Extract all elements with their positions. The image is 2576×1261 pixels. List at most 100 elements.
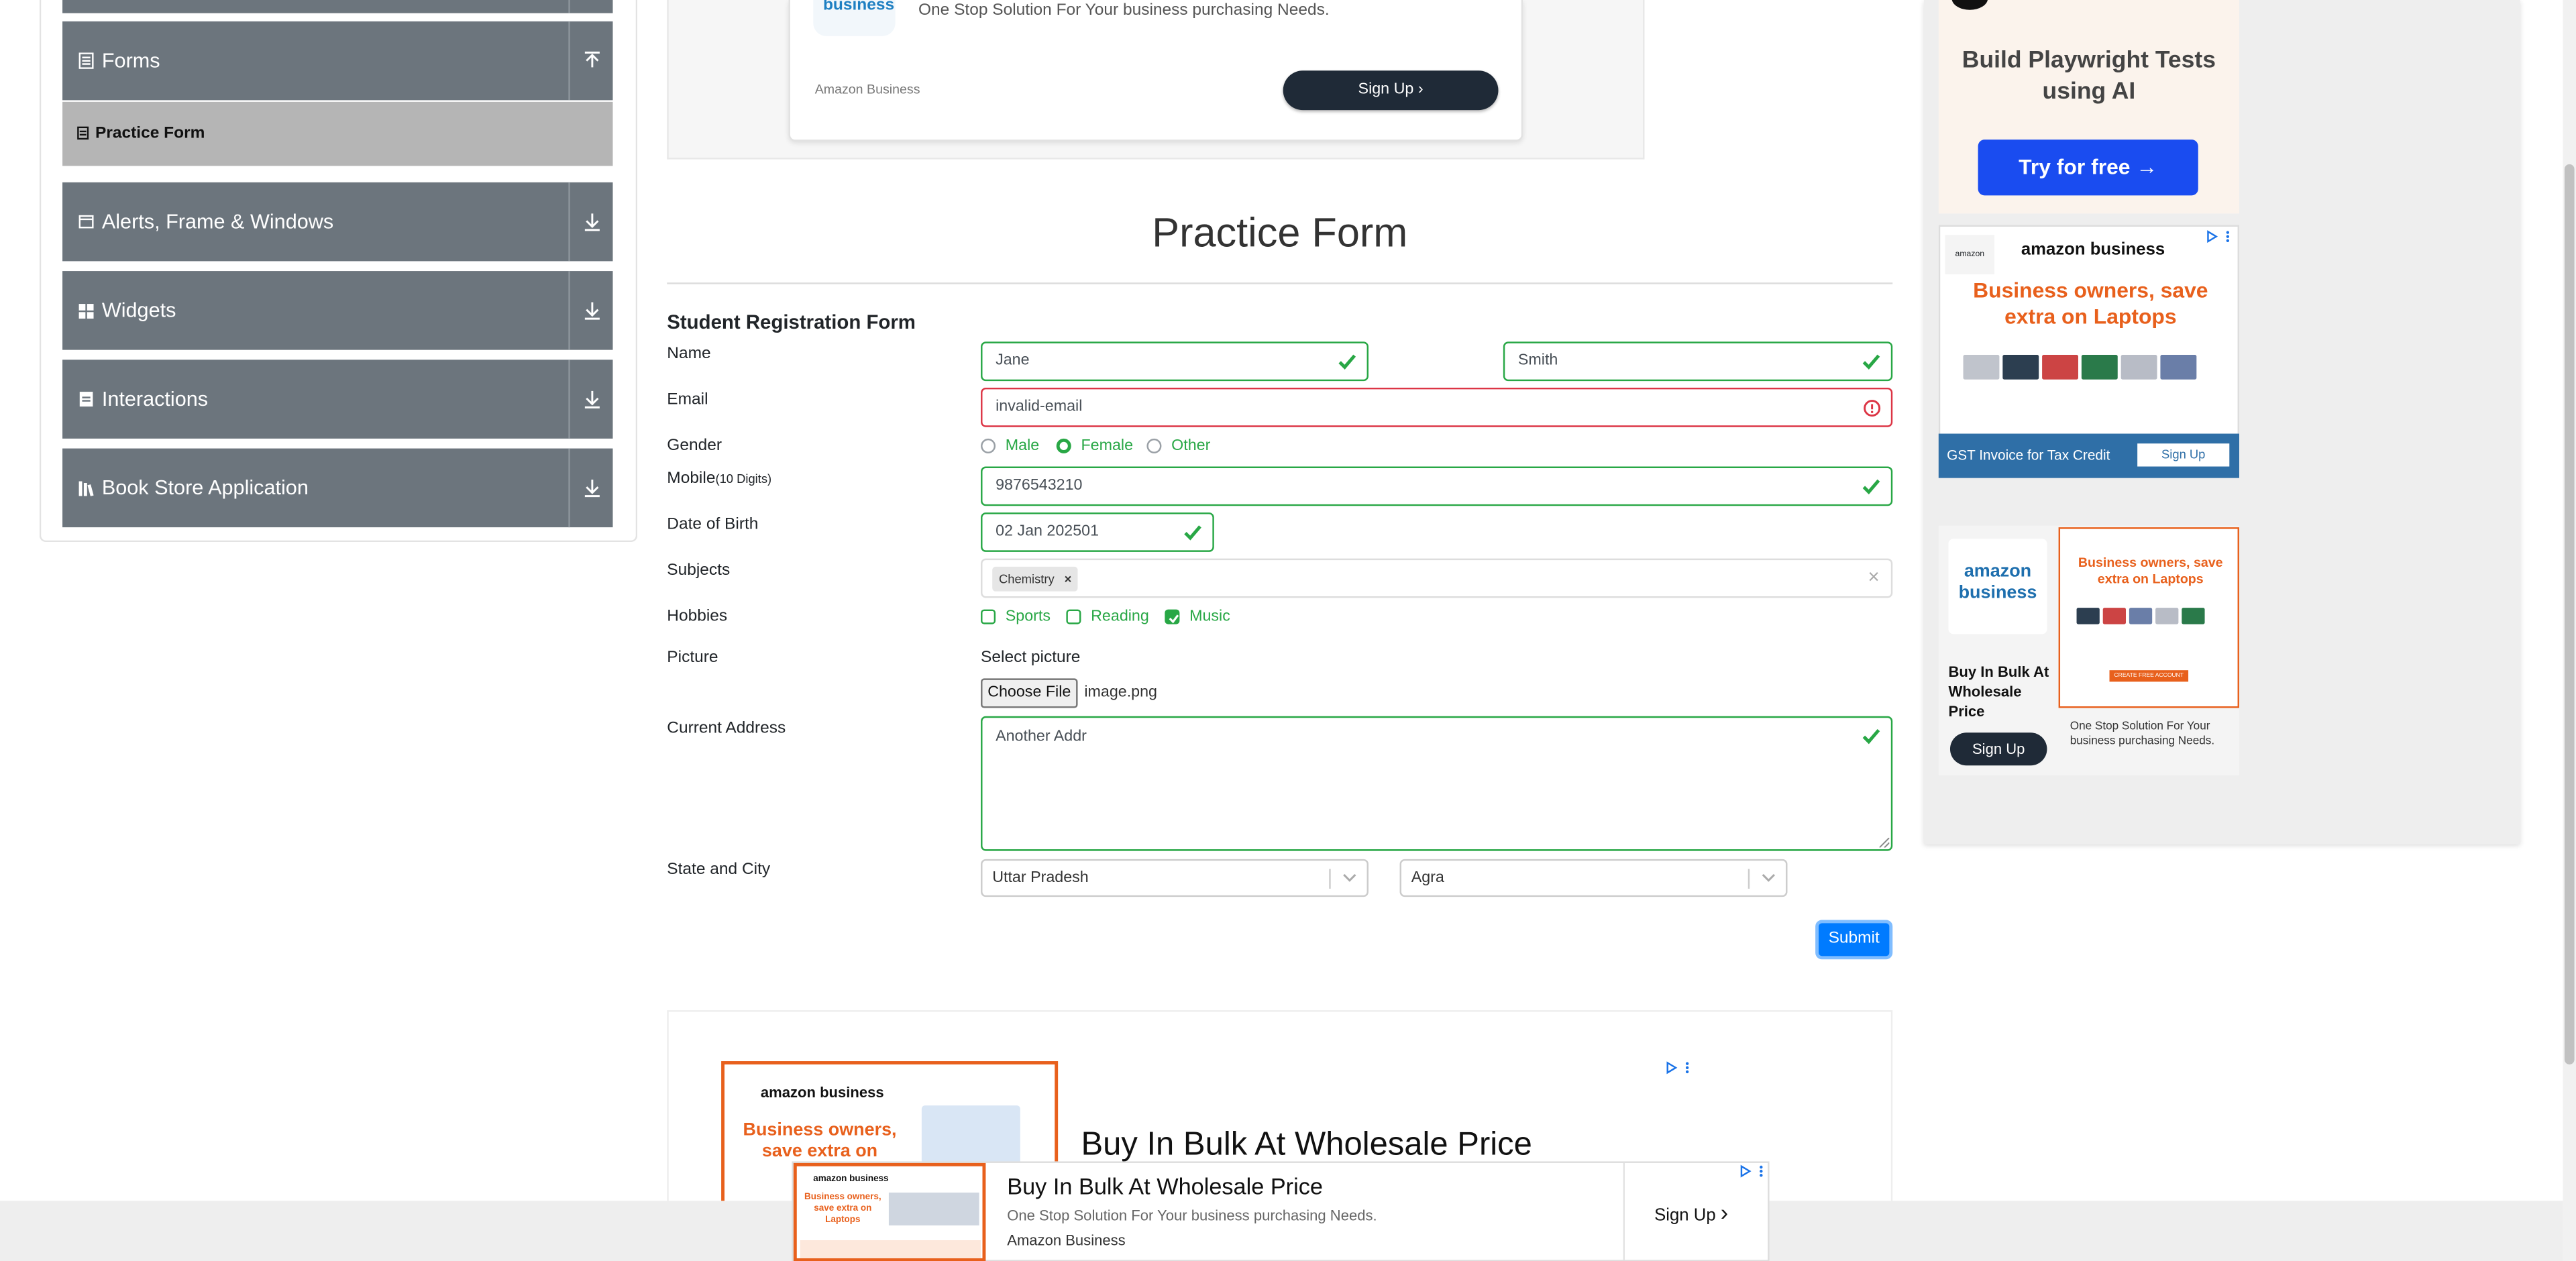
ad-logo: amazon business xyxy=(760,1084,884,1101)
city-select[interactable]: Agra xyxy=(1399,859,1788,897)
sidebar-group-label: Interactions xyxy=(101,387,209,411)
last-name-input[interactable]: Smith xyxy=(1503,341,1893,382)
hobby-reading-checkbox[interactable] xyxy=(1066,609,1081,624)
clear-icon[interactable]: × xyxy=(1868,565,1879,588)
ad-logo-box: amazon xyxy=(1945,235,1995,274)
check-icon xyxy=(1862,728,1880,745)
ad-footer: GST Invoice for Tax Credit Sign Up xyxy=(1938,433,2239,478)
dob-label: Date of Birth xyxy=(667,515,759,534)
state-value: Uttar Pradesh xyxy=(992,869,1089,887)
ad-tagline: One Stop Solution For Your business purc… xyxy=(918,1,1330,20)
sidebar-group-alerts[interactable]: Alerts, Frame & Windows xyxy=(62,182,613,262)
resize-handle-icon[interactable] xyxy=(1879,837,1890,848)
error-icon xyxy=(1864,400,1881,417)
interactions-icon xyxy=(79,392,93,407)
laptops-image xyxy=(888,1192,979,1225)
ad-choices-icon[interactable] xyxy=(2206,230,2233,243)
form-icon xyxy=(77,126,89,140)
form-section-title: Student Registration Form xyxy=(667,310,916,334)
scrollbar-thumb[interactable] xyxy=(2564,164,2575,1064)
ad-signup-button[interactable]: Sign Up xyxy=(1949,732,2047,766)
ad-tagline: One Stop Solution For Your business purc… xyxy=(1007,1207,1377,1224)
select-picture-label: Select picture xyxy=(981,649,1081,667)
subject-tag: Chemistry × xyxy=(992,566,1079,592)
name-label: Name xyxy=(667,345,711,364)
top-ad[interactable]: business One Stop Solution For Your busi… xyxy=(788,0,1523,142)
form-icon xyxy=(78,52,94,69)
submit-button[interactable]: Submit xyxy=(1815,920,1893,960)
address-textarea[interactable]: Another Addr xyxy=(981,716,1893,851)
sidebar-group-elements[interactable] xyxy=(62,0,613,13)
hobby-music-checkbox[interactable] xyxy=(1165,609,1180,624)
ad-signup-button[interactable]: Sign Up › xyxy=(1654,1199,1728,1225)
email-input[interactable]: invalid-email xyxy=(981,387,1893,427)
picture-label: Picture xyxy=(667,649,718,667)
laptops-image xyxy=(1963,354,2197,380)
sidebar-group-widgets[interactable]: Widgets xyxy=(62,271,613,350)
remove-tag-icon[interactable]: × xyxy=(1065,571,1072,586)
widgets-icon xyxy=(78,304,94,319)
expand-button[interactable] xyxy=(568,360,612,439)
books-icon xyxy=(78,481,94,496)
ad-headline: Business owners, save extra on Laptops xyxy=(2078,555,2223,587)
group-toggle[interactable] xyxy=(568,0,612,13)
ad-image: amazon business Business owners, save ex… xyxy=(793,1162,986,1261)
ad-advertiser: Amazon Business xyxy=(814,82,920,97)
ad-footer-text: GST Invoice for Tax Credit xyxy=(1947,447,2110,463)
address-label: Current Address xyxy=(667,719,786,738)
hobby-option-label[interactable]: Sports xyxy=(1006,608,1051,626)
hobby-option-label[interactable]: Music xyxy=(1189,608,1230,626)
sidebar-group-interactions[interactable]: Interactions xyxy=(62,360,613,439)
sidebar-group-label: Book Store Application xyxy=(101,476,309,500)
hobby-sports-checkbox[interactable] xyxy=(981,609,996,624)
expand-button[interactable] xyxy=(568,448,612,528)
ad-logo: business xyxy=(822,0,895,15)
ad-button-label: Sign Up xyxy=(1358,80,1414,99)
sidebar-group-forms[interactable]: Forms xyxy=(62,21,613,101)
try-free-button[interactable]: Try for free → xyxy=(1978,140,2198,196)
check-icon xyxy=(1338,354,1356,370)
sidebar-group-bookstore[interactable]: Book Store Application xyxy=(62,448,613,528)
collapse-button[interactable] xyxy=(568,21,612,101)
expand-button[interactable] xyxy=(568,271,612,350)
chevron-right-icon: › xyxy=(1720,1199,1729,1225)
expand-button[interactable] xyxy=(568,182,612,262)
gender-option-label[interactable]: Other xyxy=(1171,437,1210,455)
email-label: Email xyxy=(667,390,708,409)
ad-signup-button[interactable]: Sign Up xyxy=(2137,443,2230,467)
ad-choices-icon[interactable] xyxy=(1739,1164,1766,1178)
gender-male-radio[interactable] xyxy=(981,438,996,453)
hobby-option-label[interactable]: Reading xyxy=(1091,608,1149,626)
check-icon xyxy=(1184,525,1201,541)
state-select[interactable]: Uttar Pradesh xyxy=(981,859,1369,897)
gender-other-radio[interactable] xyxy=(1146,438,1162,453)
choose-file-button[interactable]: Choose File xyxy=(981,678,1078,708)
page-title: Practice Form xyxy=(1152,210,1408,257)
ad-text: Buy In Bulk At Wholesale Price xyxy=(1948,663,2049,720)
checkmark-icon xyxy=(1169,614,1179,624)
gender-label: Gender xyxy=(667,437,722,455)
sidebar-item-practice-form[interactable]: Practice Form xyxy=(62,101,613,166)
gender-option-label[interactable]: Male xyxy=(1006,437,1039,455)
first-name-input[interactable]: Jane xyxy=(981,341,1369,382)
create-account-badge: CREATE FREE ACCOUNT xyxy=(2109,670,2189,682)
dob-value: 02 Jan 202501 xyxy=(996,522,1099,541)
subjects-input[interactable]: Chemistry × × xyxy=(981,558,1893,598)
mobile-value: 9876543210 xyxy=(996,476,1083,495)
gender-option-label[interactable]: Female xyxy=(1081,437,1133,455)
sticky-ad[interactable]: amazon business Business owners, save ex… xyxy=(792,1161,1770,1261)
dob-input[interactable]: 02 Jan 202501 xyxy=(981,512,1214,552)
mobile-input[interactable]: 9876543210 xyxy=(981,466,1893,506)
laptops-image xyxy=(2076,608,2205,624)
mobile-hint: (10 Digits) xyxy=(715,471,772,486)
subject-tag-label: Chemistry xyxy=(998,571,1055,587)
arrow-up-icon xyxy=(584,51,600,68)
ad-logo: amazon business xyxy=(813,1174,889,1185)
check-icon xyxy=(1862,354,1880,370)
gender-female-radio[interactable] xyxy=(1056,438,1071,453)
ad-choices-icon[interactable] xyxy=(1666,1061,1692,1075)
ad-advertiser: Amazon Business xyxy=(1007,1231,1126,1249)
ad-signup-button[interactable]: Sign Up › xyxy=(1283,70,1499,111)
arrow-down-icon xyxy=(584,302,600,320)
ad-title: Buy In Bulk At Wholesale Price xyxy=(1081,1127,1532,1163)
